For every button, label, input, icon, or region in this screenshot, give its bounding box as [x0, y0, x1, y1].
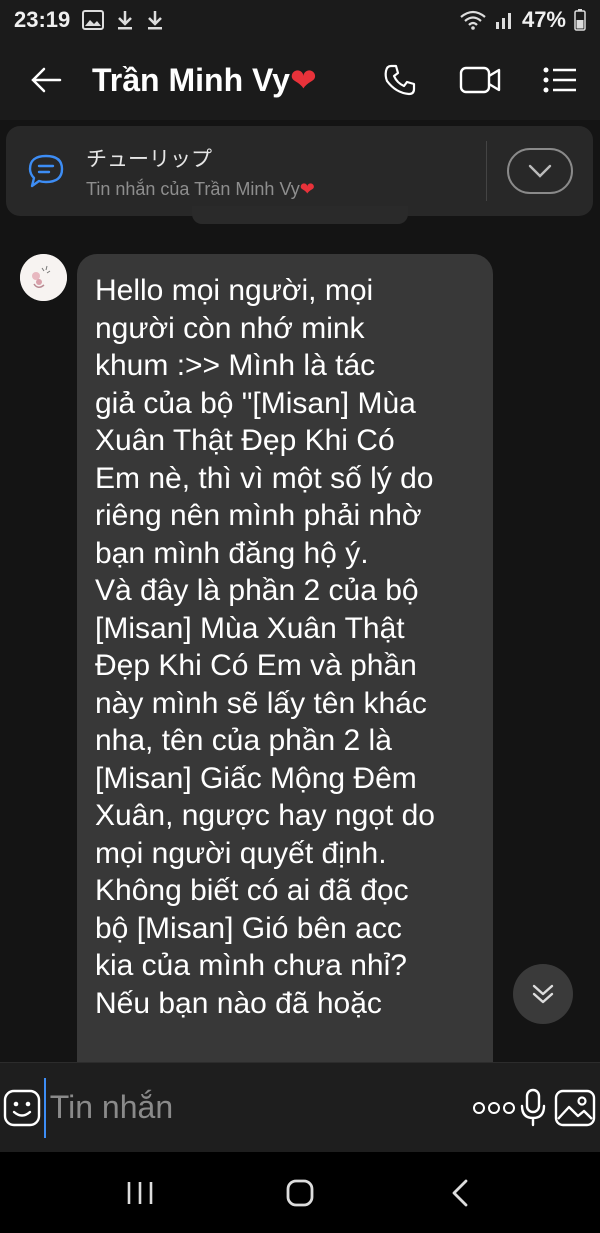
photo-button[interactable]	[551, 1063, 600, 1153]
back-chevron-icon	[452, 1179, 468, 1206]
status-time: 23:19	[14, 7, 71, 32]
wifi-icon	[460, 10, 486, 30]
message-list[interactable]: Hello mọi người, mọi người còn nhớ mink …	[0, 226, 600, 1062]
arrow-left-icon	[31, 67, 62, 93]
back-button[interactable]	[0, 40, 92, 120]
chevron-down-icon	[528, 164, 552, 178]
menu-button[interactable]	[520, 40, 600, 120]
system-back-button[interactable]	[420, 1152, 500, 1233]
chat-bubble-icon	[6, 153, 86, 189]
contact-name[interactable]: Trần Minh Vy❤	[92, 61, 317, 99]
home-icon	[286, 1179, 314, 1206]
recent-apps-button[interactable]	[100, 1152, 180, 1233]
image-icon	[555, 1089, 596, 1126]
download-icon	[116, 9, 134, 31]
voice-call-button[interactable]	[360, 40, 440, 120]
pinned-title: チューリップ	[86, 147, 212, 171]
video-call-icon	[459, 66, 501, 94]
double-chevron-down-icon	[532, 984, 554, 1004]
chat-header: Trần Minh Vy❤	[0, 40, 600, 120]
microphone-icon	[521, 1088, 546, 1126]
pinned-message[interactable]: チューリップ Tin nhắn của Trần Minh Vy❤	[6, 126, 593, 216]
date-separator	[192, 206, 408, 224]
more-options-button[interactable]	[472, 1063, 516, 1153]
divider	[486, 141, 487, 201]
scroll-to-bottom-button[interactable]	[513, 964, 573, 1024]
more-horizontal-icon	[472, 1101, 515, 1114]
system-navigation-bar	[0, 1152, 600, 1233]
download-icon	[146, 9, 164, 31]
phone-icon	[384, 64, 416, 96]
battery-percent: 47%	[521, 7, 566, 32]
status-bar: 23:19 47%	[0, 0, 600, 40]
avatar[interactable]	[20, 254, 67, 301]
message-bubble[interactable]: Hello mọi người, mọi người còn nhớ mink …	[77, 254, 493, 1062]
pinned-subtitle: Tin nhắn của Trần Minh Vy❤	[86, 179, 486, 200]
home-button[interactable]	[260, 1152, 340, 1233]
voice-message-button[interactable]	[516, 1063, 551, 1153]
signal-icon	[494, 10, 514, 30]
recent-apps-icon	[127, 1181, 153, 1204]
pinned-subtitle-text: Tin nhắn của Trần Minh Vy	[86, 178, 300, 199]
battery-icon	[574, 9, 586, 31]
expand-pinned-button[interactable]	[507, 148, 573, 194]
heart-emoji: ❤	[299, 178, 315, 199]
video-call-button[interactable]	[440, 40, 520, 120]
emoji-button[interactable]	[0, 1063, 44, 1153]
composer	[0, 1062, 600, 1152]
emoji-icon	[3, 1089, 41, 1126]
message-input[interactable]	[43, 1077, 472, 1138]
heart-emoji: ❤	[289, 62, 317, 98]
menu-list-icon	[543, 67, 576, 93]
contact-name-text: Trần Minh Vy	[92, 62, 290, 98]
gallery-icon	[82, 10, 105, 30]
